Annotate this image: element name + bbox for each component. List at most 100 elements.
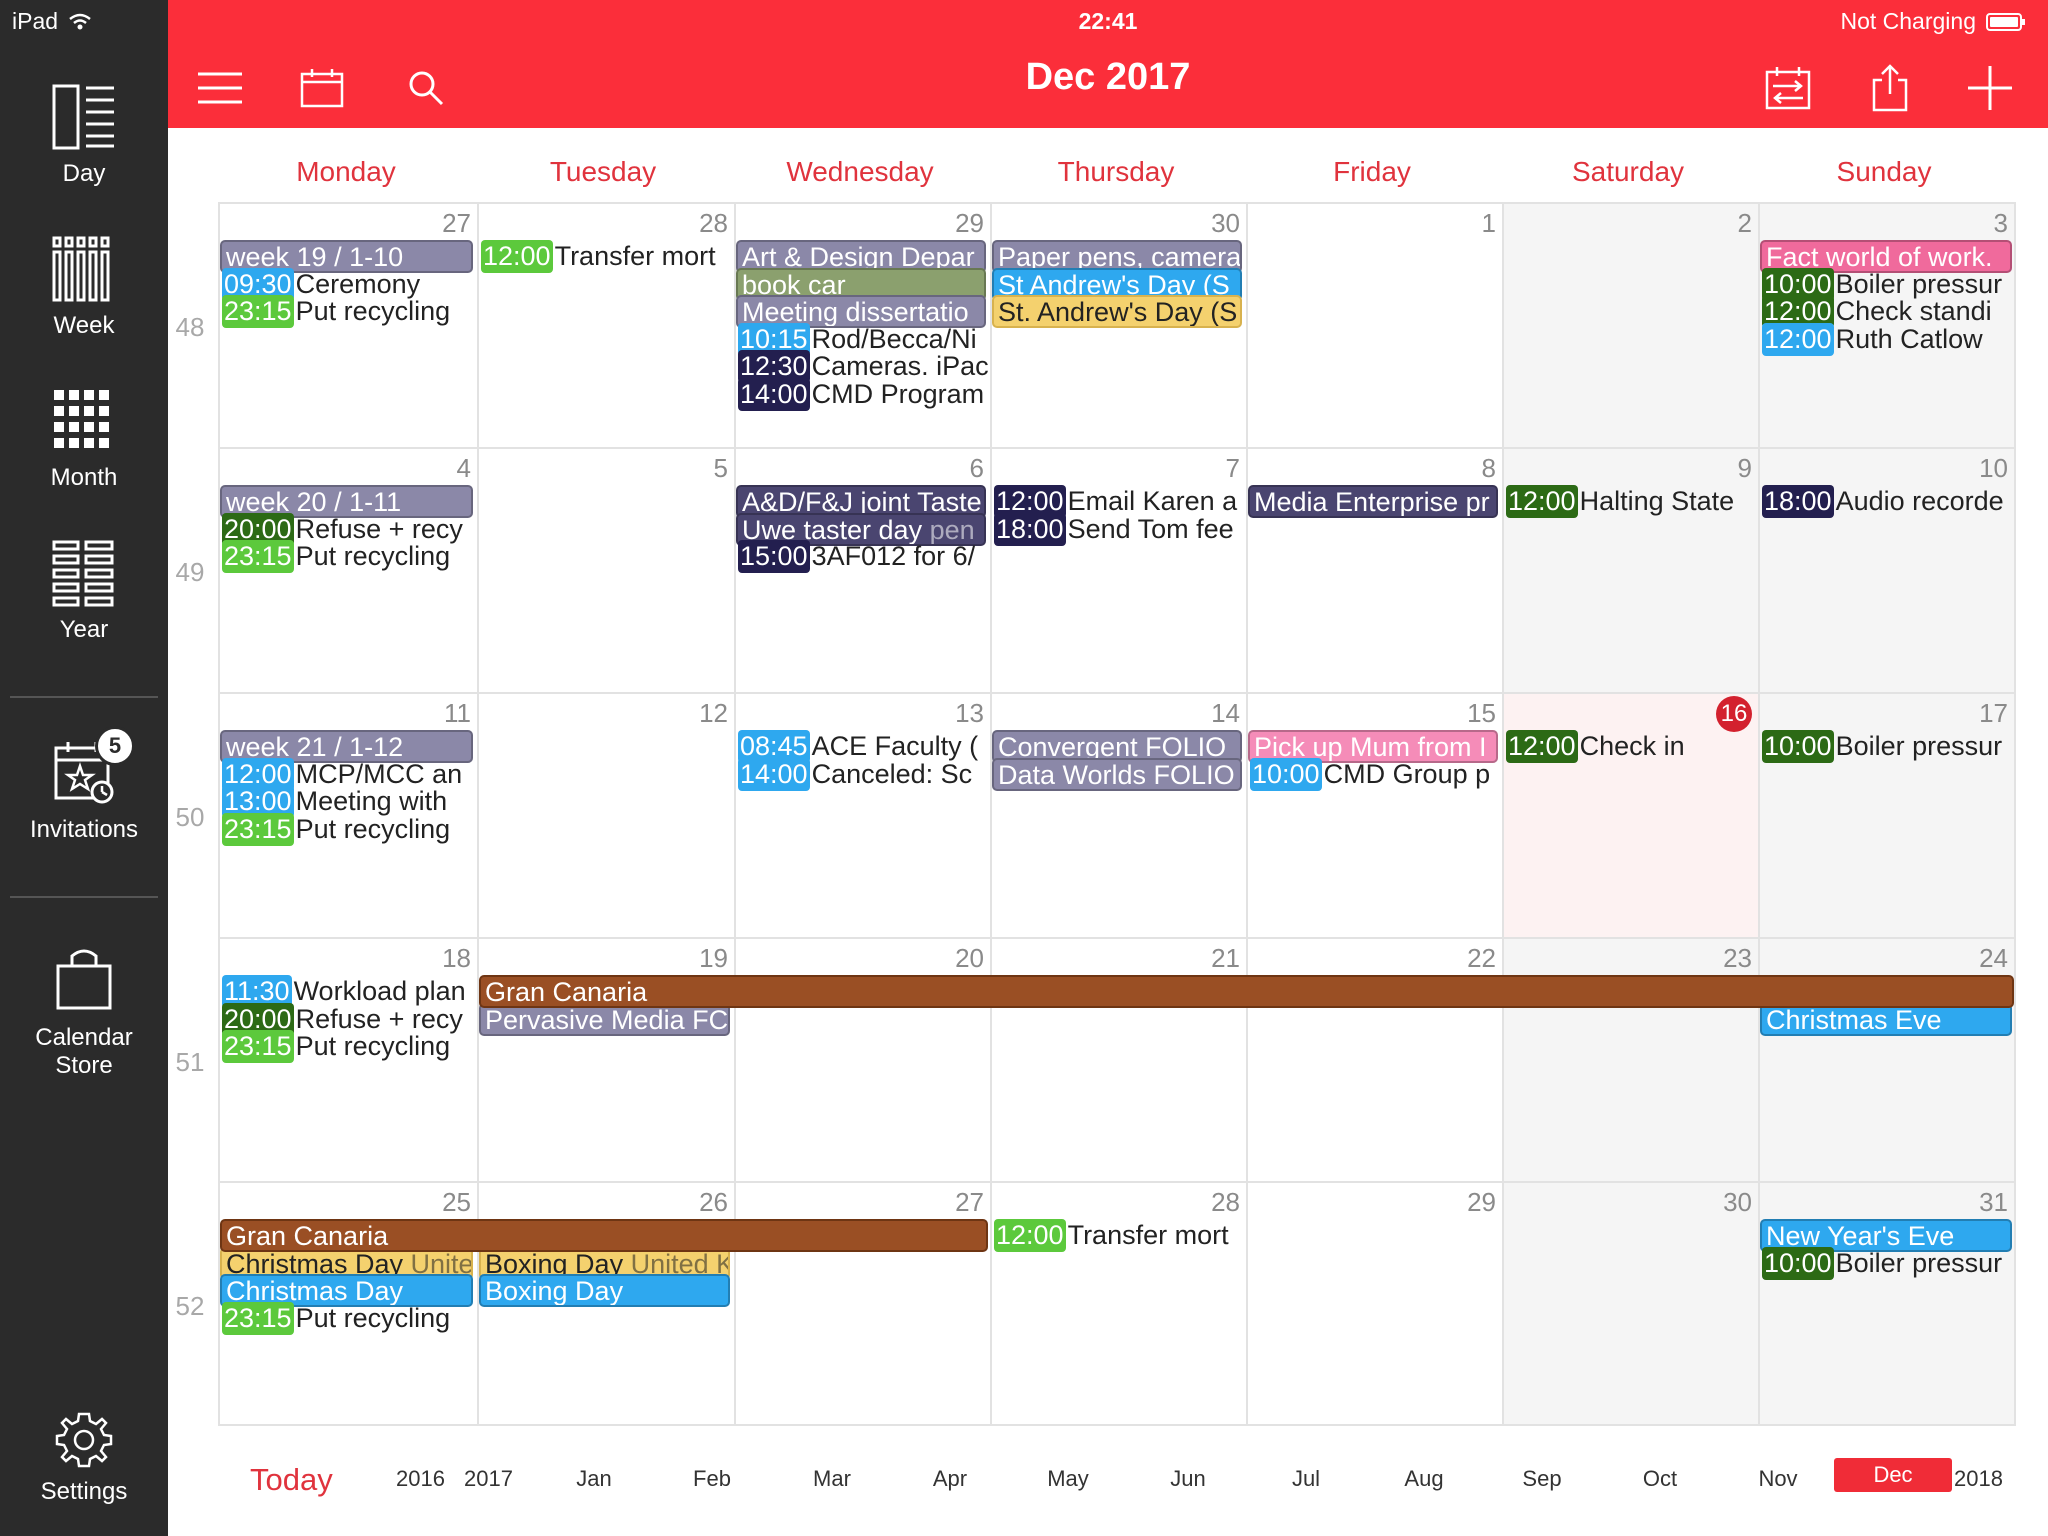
gear-icon — [55, 1412, 113, 1468]
event-title: Put recycling — [295, 296, 451, 326]
day-cell[interactable]: 24 — [1758, 937, 2016, 1182]
timed-event[interactable]: 23:15 Put recycling — [222, 540, 475, 573]
day-cell[interactable]: 20 — [734, 937, 990, 1182]
day-cell[interactable]: 22 — [1246, 937, 1502, 1182]
day-cell[interactable]: 19 — [477, 937, 734, 1182]
day-cell[interactable]: 12 — [477, 692, 734, 937]
all-day-event[interactable]: Boxing Day — [479, 1274, 730, 1307]
timeline-month[interactable]: Sep — [1512, 1466, 1572, 1492]
timed-event[interactable]: 10:00 CMD Group p — [1250, 757, 1500, 791]
day-cell[interactable]: 9 — [1502, 447, 1758, 692]
day-cell[interactable]: 17 — [1758, 692, 2016, 937]
day-cell[interactable]: 13 — [734, 692, 990, 937]
weekday-monday: Monday — [296, 156, 396, 187]
year-view-icon — [52, 540, 114, 607]
today-button[interactable]: Today — [250, 1462, 333, 1498]
event-time: 14:00 — [738, 377, 810, 411]
multi-day-event[interactable]: Gran Canaria — [479, 975, 2014, 1008]
date-number: 13 — [955, 698, 984, 728]
event-time: 18:00 — [1762, 485, 1834, 518]
sidebar: iPad Day Week Month Year 5 Invitations C… — [0, 0, 168, 1536]
date-number: 28 — [699, 208, 728, 238]
timed-event[interactable]: 23:15 Put recycling — [222, 1030, 475, 1063]
date-number: 28 — [1211, 1187, 1240, 1217]
sidebar-item-label: Year — [59, 616, 109, 643]
timeline-year[interactable]: 2016 — [396, 1466, 445, 1492]
timed-event[interactable]: 23:15 Put recycling — [222, 1301, 475, 1335]
month-grid: 48 27 28 29 30 1 2 3 49 4 5 6 7 8 9 10 50 11 12 13 14 15 16 17 5… — [176, 202, 2016, 1426]
all-day-event[interactable]: St. Andrew's Day (S — [992, 295, 1242, 328]
device-label: iPad — [12, 8, 59, 34]
timed-event[interactable]: 18:00 Audio recorde — [1762, 485, 2014, 518]
date-number: 6 — [969, 453, 984, 483]
timeline-month[interactable]: Jan — [564, 1466, 624, 1492]
all-day-event[interactable]: Media Enterprise pr — [1248, 485, 1498, 518]
timed-event[interactable]: 12:00 Check in — [1506, 730, 1756, 763]
day-cell[interactable]: 7 — [990, 447, 1246, 692]
timed-event[interactable]: 23:15 Put recycling — [222, 812, 475, 846]
timeline-month[interactable]: Aug — [1394, 1466, 1454, 1492]
timed-event[interactable]: 18:00 Send Tom fee — [994, 512, 1244, 546]
timeline-month[interactable]: Nov — [1748, 1466, 1808, 1492]
timed-event[interactable]: 14:00 Canceled: Sc — [738, 757, 988, 791]
timed-event[interactable]: 15:00 3AF012 for 6/ — [738, 540, 988, 573]
timed-event[interactable]: 10:00 Boiler pressur — [1762, 1246, 2014, 1280]
timeline-month[interactable]: Oct — [1630, 1466, 1690, 1492]
day-cell[interactable]: 30 — [1502, 1181, 1758, 1426]
multi-day-event[interactable]: Gran Canaria — [220, 1219, 988, 1252]
date-number: 21 — [1211, 943, 1240, 973]
day-cell[interactable]: 14 — [990, 692, 1246, 937]
timeline-month[interactable]: Mar — [802, 1466, 862, 1492]
sidebar-item-month[interactable]: Month — [0, 386, 168, 492]
day-cell[interactable]: 15 — [1246, 692, 1502, 937]
day-cell[interactable]: 8 — [1246, 447, 1502, 692]
all-day-event[interactable]: Data Worlds FOLIO — [992, 757, 1242, 791]
event-time: 12:00 — [1762, 322, 1834, 356]
event-title: Refuse + recy — [295, 1003, 463, 1034]
day-cell[interactable]: 1 — [1246, 202, 1502, 447]
event-time: 15:00 — [738, 540, 810, 573]
timeline-year[interactable]: 2017 — [464, 1466, 513, 1492]
event-time: 14:00 — [738, 757, 810, 791]
sidebar-item-day[interactable]: Day — [0, 82, 168, 188]
sidebar-item-calendar-store[interactable]: Calendar Store — [0, 946, 168, 1080]
timed-event[interactable]: 12:00 Ruth Catlow — [1762, 322, 2014, 356]
timed-event[interactable]: 12:00 Halting State — [1506, 485, 1756, 518]
timeline-month[interactable]: May — [1038, 1466, 1098, 1492]
date-number: 23 — [1723, 943, 1752, 973]
day-cell[interactable]: 16 — [1502, 692, 1758, 937]
timeline-month[interactable]: Feb — [682, 1466, 742, 1492]
day-cell[interactable]: 31 — [1758, 1181, 2016, 1426]
day-cell[interactable]: 28 — [990, 1181, 1246, 1426]
timed-event[interactable]: 10:00 Boiler pressur — [1762, 730, 2014, 763]
day-cell[interactable]: 29 — [1246, 1181, 1502, 1426]
share-icon — [1872, 64, 1908, 112]
sidebar-item-year[interactable]: Year — [0, 538, 168, 644]
timeline-month[interactable]: Apr — [920, 1466, 980, 1492]
day-cell[interactable]: 5 — [477, 447, 734, 692]
event-title: Boiler pressur — [1835, 1247, 2003, 1278]
share-button[interactable] — [1862, 60, 1918, 116]
day-cell[interactable]: 21 — [990, 937, 1246, 1182]
day-cell[interactable]: 23 — [1502, 937, 1758, 1182]
sidebar-item-invitations[interactable]: 5 Invitations — [0, 726, 168, 844]
timed-event[interactable]: 12:00 Transfer mort — [994, 1219, 1244, 1252]
timeline-month[interactable]: Jul — [1276, 1466, 1336, 1492]
timed-event[interactable]: 12:00 Transfer mort — [481, 240, 732, 273]
sidebar-item-settings[interactable]: Settings — [0, 1410, 168, 1506]
event-title: Send Tom fee — [1067, 513, 1234, 544]
day-cell[interactable]: 27 — [734, 1181, 990, 1426]
day-cell[interactable]: 2 — [1502, 202, 1758, 447]
event-title: Halting State — [1579, 486, 1735, 516]
day-cell[interactable]: 10 — [1758, 447, 2016, 692]
sidebar-item-week[interactable]: Week — [0, 234, 168, 340]
timed-event[interactable]: 23:15 Put recycling — [222, 295, 475, 328]
add-event-button[interactable] — [1962, 60, 2018, 116]
timeline-month[interactable]: Jun — [1158, 1466, 1218, 1492]
move-event-button[interactable] — [1760, 60, 1816, 116]
timed-event[interactable]: 14:00 CMD Program — [738, 377, 988, 411]
day-cell[interactable]: 28 — [477, 202, 734, 447]
timeline-month-selected[interactable]: Dec — [1834, 1458, 1952, 1492]
plus-icon — [1968, 66, 2012, 110]
timeline-year[interactable]: 2018 — [1954, 1466, 2003, 1492]
